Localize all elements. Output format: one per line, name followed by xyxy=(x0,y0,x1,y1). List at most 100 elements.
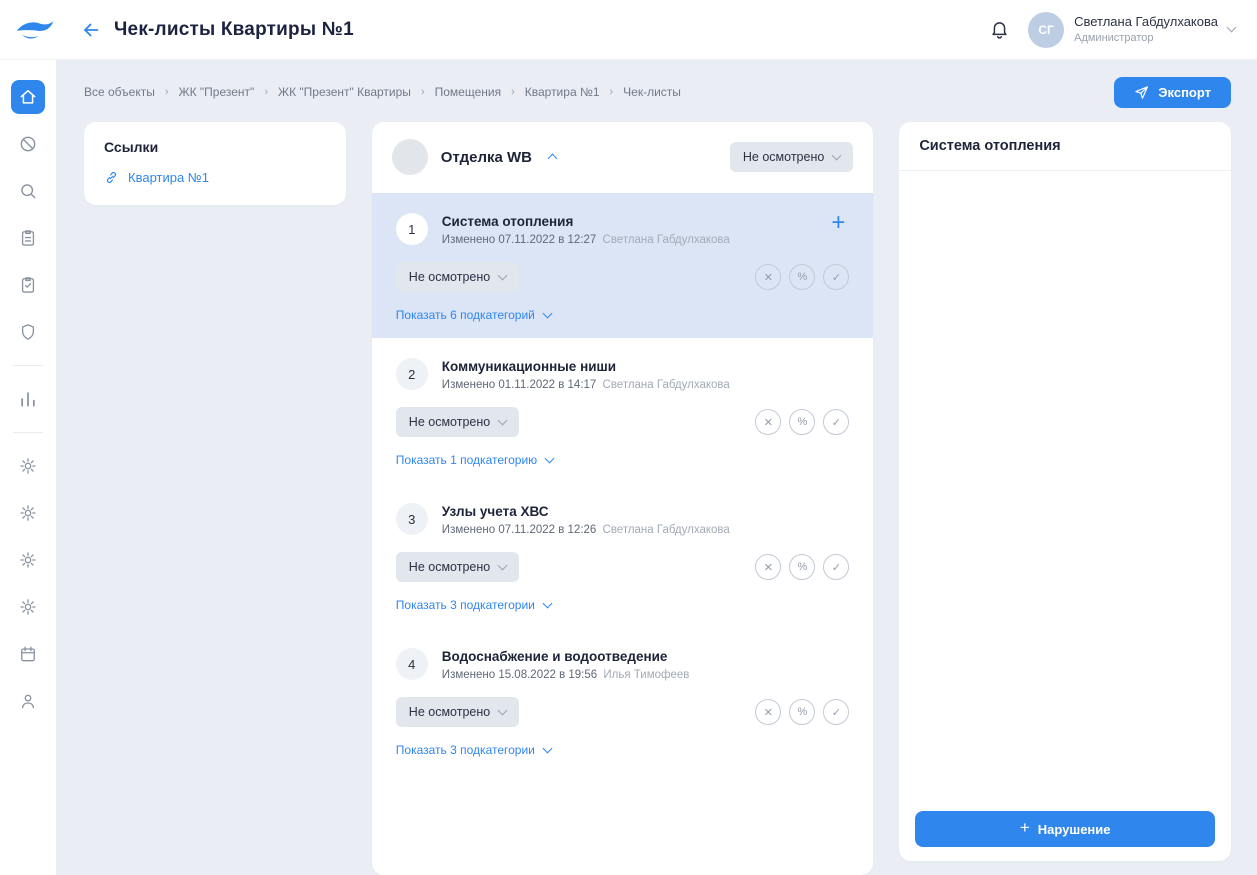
breadcrumb-item[interactable]: ЖК "Презент" xyxy=(179,85,255,99)
checklist-item[interactable]: 4 Водоснабжение и водоотведение Изменено… xyxy=(372,628,874,773)
check-icon: ✓ xyxy=(832,706,841,719)
partial-button[interactable]: % xyxy=(789,554,815,580)
gear-tools-icon xyxy=(18,550,38,570)
notifications-bell-icon[interactable] xyxy=(989,19,1010,40)
item-modified: Изменено 15.08.2022 в 19:56 xyxy=(442,669,597,681)
expand-label: Показать 3 подкатегории xyxy=(396,743,535,757)
percent-icon: % xyxy=(797,561,807,573)
item-number: 4 xyxy=(396,648,428,680)
violation-button-label: Нарушение xyxy=(1038,822,1111,837)
item-status-dropdown[interactable]: Не осмотрено xyxy=(396,407,519,437)
check-icon: ✓ xyxy=(832,416,841,429)
sidebar-item-settings-users[interactable] xyxy=(11,496,45,530)
show-subcategories-link[interactable]: Показать 1 подкатегорию xyxy=(396,453,553,467)
cross-icon: ✕ xyxy=(764,706,773,719)
item-status-dropdown[interactable]: Не осмотрено xyxy=(396,262,519,292)
item-status-label: Не осмотрено xyxy=(409,270,490,284)
sidebar-item-tasks[interactable] xyxy=(11,268,45,302)
clipboard-check-icon xyxy=(18,275,38,295)
collapse-group-button[interactable] xyxy=(545,148,560,166)
item-status-label: Не осмотрено xyxy=(409,415,490,429)
worker-icon xyxy=(18,691,38,711)
top-header: Чек-листы Квартиры №1 СГ Светлана Габдул… xyxy=(0,0,1257,60)
checklist-group-header: Отделка WB Не осмотрено xyxy=(372,122,874,193)
link-icon xyxy=(104,170,119,185)
sidebar-item-settings-sync[interactable] xyxy=(11,449,45,483)
sidebar-item-blocked[interactable] xyxy=(11,127,45,161)
partial-button[interactable]: % xyxy=(789,699,815,725)
percent-icon: % xyxy=(797,416,807,428)
check-icon: ✓ xyxy=(832,271,841,284)
item-modified: Изменено 07.11.2022 в 12:27 xyxy=(442,234,597,246)
sidebar-item-search[interactable] xyxy=(11,174,45,208)
partial-button[interactable]: % xyxy=(789,264,815,290)
show-subcategories-link[interactable]: Показать 3 подкатегории xyxy=(396,598,551,612)
accept-button[interactable]: ✓ xyxy=(823,409,849,435)
add-plus-button[interactable]: + xyxy=(827,213,849,233)
sidebar-item-checklists[interactable] xyxy=(11,221,45,255)
breadcrumb-item[interactable]: ЖК "Презент" Квартиры xyxy=(278,85,411,99)
breadcrumb-item[interactable]: Квартира №1 xyxy=(525,85,600,99)
breadcrumb-separator-icon: › xyxy=(511,86,515,98)
left-sidebar xyxy=(0,60,56,875)
sidebar-item-calendar[interactable] xyxy=(11,637,45,671)
expand-label: Показать 6 подкатегорий xyxy=(396,308,535,322)
apartment-link[interactable]: Квартира №1 xyxy=(104,170,326,185)
chevron-down-icon xyxy=(542,308,552,318)
breadcrumb-item[interactable]: Чек-листы xyxy=(623,85,681,99)
user-role: Администратор xyxy=(1074,31,1218,45)
item-title: Водоснабжение и водоотведение xyxy=(442,648,690,664)
item-author: Светлана Габдулхакова xyxy=(603,234,730,246)
page-title: Чек-листы Квартиры №1 xyxy=(114,19,354,41)
breadcrumb-item[interactable]: Помещения xyxy=(435,85,501,99)
accept-button[interactable]: ✓ xyxy=(823,264,849,290)
checklist-item[interactable]: 1 Система отопления Изменено 07.11.2022 … xyxy=(372,193,874,338)
accept-button[interactable]: ✓ xyxy=(823,699,849,725)
reject-button[interactable]: ✕ xyxy=(755,409,781,435)
bar-chart-icon xyxy=(18,389,38,409)
chevron-down-icon xyxy=(498,560,508,570)
check-icon: ✓ xyxy=(832,561,841,574)
links-card: Ссылки Квартира №1 xyxy=(84,122,346,205)
show-subcategories-link[interactable]: Показать 6 подкатегорий xyxy=(396,308,551,322)
back-button[interactable] xyxy=(80,19,102,41)
chevron-down-icon xyxy=(542,743,552,753)
sidebar-item-settings-tools[interactable] xyxy=(11,543,45,577)
item-status-dropdown[interactable]: Не осмотрено xyxy=(396,697,519,727)
item-number: 3 xyxy=(396,503,428,535)
breadcrumb-item[interactable]: Все объекты xyxy=(84,85,155,99)
item-number: 2 xyxy=(396,358,428,390)
calendar-icon xyxy=(18,644,38,664)
app-logo-icon[interactable] xyxy=(12,18,58,42)
chevron-up-icon xyxy=(548,154,558,164)
sidebar-item-quality[interactable] xyxy=(11,315,45,349)
group-status-dropdown[interactable]: Не осмотрено xyxy=(730,142,853,172)
chevron-down-icon xyxy=(832,150,842,160)
clipboard-icon xyxy=(18,228,38,248)
user-avatar: СГ xyxy=(1028,12,1064,48)
item-status-label: Не осмотрено xyxy=(409,560,490,574)
show-subcategories-link[interactable]: Показать 3 подкатегории xyxy=(396,743,551,757)
sidebar-item-workers[interactable] xyxy=(11,684,45,718)
chevron-down-icon xyxy=(545,453,555,463)
breadcrumb: Все объекты › ЖК "Презент" › ЖК "Презент… xyxy=(84,85,681,99)
user-menu[interactable]: СГ Светлана Габдулхакова Администратор xyxy=(1028,12,1235,48)
sidebar-item-settings-general[interactable] xyxy=(11,590,45,624)
reject-button[interactable]: ✕ xyxy=(755,264,781,290)
checklist-item[interactable]: 3 Узлы учета ХВС Изменено 07.11.2022 в 1… xyxy=(372,483,874,628)
sidebar-divider xyxy=(13,432,43,433)
item-status-dropdown[interactable]: Не осмотрено xyxy=(396,552,519,582)
group-title: Отделка WB xyxy=(441,149,532,166)
reject-button[interactable]: ✕ xyxy=(755,554,781,580)
export-button[interactable]: Экспорт xyxy=(1114,77,1231,108)
checklist-item[interactable]: 2 Коммуникационные ниши Изменено 01.11.2… xyxy=(372,338,874,483)
item-author: Светлана Габдулхакова xyxy=(603,524,730,536)
add-violation-button[interactable]: + Нарушение xyxy=(915,811,1215,847)
reject-button[interactable]: ✕ xyxy=(755,699,781,725)
accept-button[interactable]: ✓ xyxy=(823,554,849,580)
partial-button[interactable]: % xyxy=(789,409,815,435)
sidebar-item-home[interactable] xyxy=(11,80,45,114)
send-icon xyxy=(1134,85,1149,100)
sidebar-item-analytics[interactable] xyxy=(11,382,45,416)
plus-icon: + xyxy=(1020,818,1030,838)
